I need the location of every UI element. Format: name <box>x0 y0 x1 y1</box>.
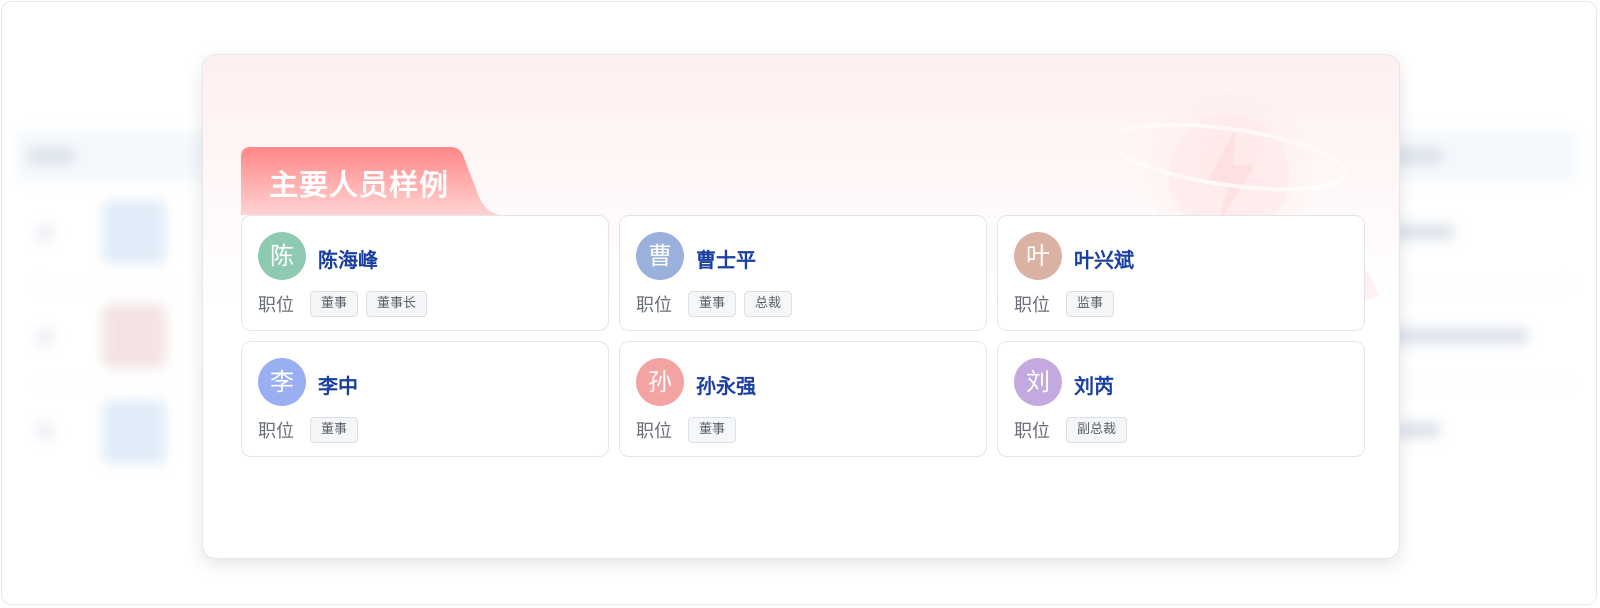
background-checkbox <box>36 328 54 346</box>
position-row: 职位 董事 <box>258 416 359 444</box>
avatar: 曹 <box>636 232 684 280</box>
position-tag: 董事 <box>688 291 737 317</box>
avatar: 孙 <box>636 358 684 406</box>
avatar: 陈 <box>258 232 306 280</box>
position-label: 职位 <box>258 295 294 316</box>
background-text <box>1394 148 1442 164</box>
person-card[interactable]: 孙孙永强职位 董事 <box>619 341 987 457</box>
position-tag: 董事 <box>310 291 359 317</box>
avatar: 李 <box>258 358 306 406</box>
background-text <box>1396 422 1440 438</box>
section-title-tab: 主要人员样例 <box>241 147 501 217</box>
position-row: 职位 董事 董事长 <box>258 290 428 318</box>
position-row: 职位 董事 总裁 <box>636 290 793 318</box>
position-label: 职位 <box>636 295 672 316</box>
person-card[interactable]: 刘刘芮职位 副总裁 <box>997 341 1365 457</box>
position-row: 职位 监事 <box>1014 290 1115 318</box>
person-name-link[interactable]: 曹士平 <box>696 244 756 273</box>
avatar: 叶 <box>1014 232 1062 280</box>
key-personnel-modal: 主要人员样例 陈陈海峰 职位 董事 董事长曹曹士平 职位 董事 总裁叶叶兴斌 职位 监事李李中职… <box>202 54 1400 559</box>
person-name-link[interactable]: 刘芮 <box>1074 370 1114 399</box>
page-frame: 主要人员样例 陈陈海峰 职位 董事 董事长曹曹士平 职位 董事 总裁叶叶兴斌 职位 监事李李中职… <box>1 1 1597 605</box>
position-tag: 副总裁 <box>1066 417 1128 443</box>
avatar: 刘 <box>1014 358 1062 406</box>
position-label: 职位 <box>636 421 672 442</box>
position-tag: 董事 <box>310 417 359 443</box>
background-checkbox <box>36 422 54 440</box>
person-name-link[interactable]: 陈海峰 <box>318 244 378 273</box>
position-row: 职位 副总裁 <box>1014 416 1128 444</box>
personnel-grid: 陈陈海峰 职位 董事 董事长曹曹士平 职位 董事 总裁叶叶兴斌 职位 监事李李中 职位 董事孙孙永强… <box>241 215 1365 457</box>
position-tag: 监事 <box>1066 291 1115 317</box>
position-label: 职位 <box>1014 295 1050 316</box>
person-name-link[interactable]: 李中 <box>318 370 358 399</box>
section-title: 主要人员样例 <box>269 168 450 202</box>
person-card[interactable]: 曹曹士平职位 董事 总裁 <box>619 215 987 331</box>
position-tag: 董事长 <box>366 291 428 317</box>
background-thumbnail <box>102 304 166 368</box>
position-label: 职位 <box>258 421 294 442</box>
background-thumbnail <box>102 200 166 264</box>
person-name-link[interactable]: 叶兴斌 <box>1074 244 1134 273</box>
position-tag: 董事 <box>688 417 737 443</box>
person-card[interactable]: 李李中职位 董事 <box>241 341 609 457</box>
background-checkbox <box>36 224 54 242</box>
position-row: 职位 董事 <box>636 416 737 444</box>
background-text <box>28 148 74 164</box>
background-text <box>1378 328 1528 344</box>
person-card[interactable]: 叶叶兴斌职位 监事 <box>997 215 1365 331</box>
person-name-link[interactable]: 孙永强 <box>696 370 756 399</box>
person-card[interactable]: 陈陈海峰职位 董事 董事长 <box>241 215 609 331</box>
position-tag: 总裁 <box>744 291 793 317</box>
background-thumbnail <box>102 400 166 464</box>
position-label: 职位 <box>1014 421 1050 442</box>
